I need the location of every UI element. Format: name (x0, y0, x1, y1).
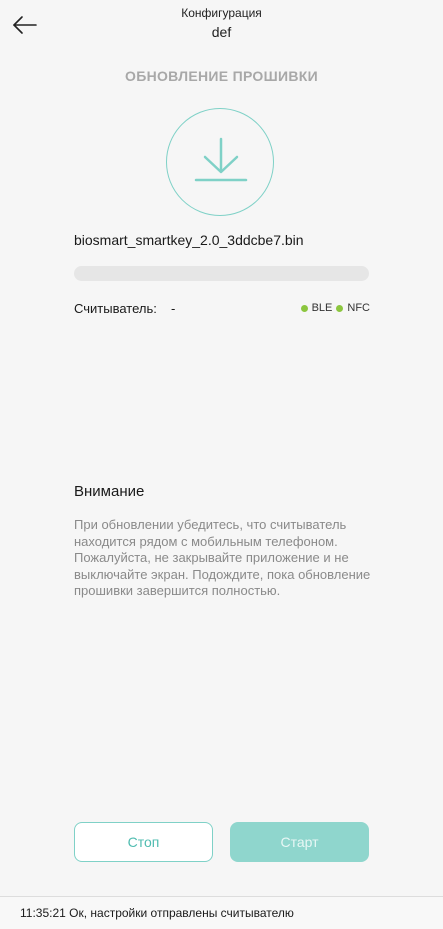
firmware-filename: biosmart_smartkey_2.0_3ddcbe7.bin (74, 232, 304, 248)
section-title: ОБНОВЛЕНИЕ ПРОШИВКИ (125, 68, 318, 84)
connection-indicators: BLE NFC (300, 302, 370, 314)
status-bar: 11:35:21 Ок, настройки отправлены считыв… (0, 896, 443, 929)
download-badge (166, 108, 274, 216)
indicator-nfc: NFC (336, 302, 370, 314)
reader-label: Считыватель: (74, 301, 157, 316)
stop-button[interactable]: Стоп (74, 822, 213, 862)
top-bar: Конфигурация def (0, 0, 443, 48)
start-button[interactable]: Старт (230, 822, 369, 862)
status-dot-icon (300, 304, 308, 312)
attention-title: Внимание (74, 483, 145, 500)
status-message: 11:35:21 Ок, настройки отправлены считыв… (20, 906, 294, 920)
progress-bar (74, 266, 369, 281)
indicator-ble: BLE (300, 302, 333, 314)
reader-row: Считыватель: - BLE NFC (74, 300, 370, 318)
status-dot-icon (336, 304, 344, 312)
attention-text: При обновлении убедитесь, что считывател… (74, 517, 371, 598)
page-title: Конфигурация (181, 6, 262, 20)
download-icon (194, 137, 248, 182)
indicator-label: BLE (311, 302, 333, 314)
reader-value: - (171, 301, 176, 316)
indicator-label: NFC (347, 302, 370, 314)
page-subtitle: def (211, 24, 232, 40)
